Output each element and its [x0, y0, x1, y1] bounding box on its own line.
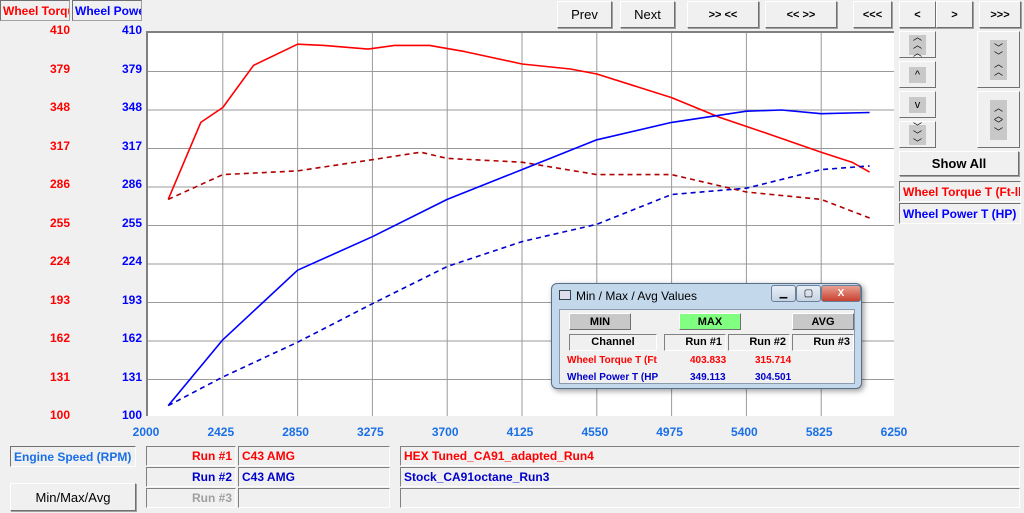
y-tick-label-torque: 410 — [49, 23, 70, 37]
header-channel: Channel — [569, 334, 657, 351]
header-run3: Run #3 — [792, 334, 854, 351]
y-tick-label-power: 100 — [121, 408, 142, 422]
y-tick-label-power: 348 — [121, 100, 142, 114]
series-line-wheel-torque-t-run-2 — [167, 151, 870, 219]
x-tick-label: 5400 — [731, 425, 758, 439]
avg-button[interactable]: AVG — [792, 313, 854, 330]
row-torque-channel: Wheel Torque T (Ft — [567, 355, 657, 366]
row-power-channel: Wheel Power T (HP — [567, 372, 659, 383]
run-label[interactable]: Run #2 — [146, 467, 236, 487]
y-tick-label-torque: 162 — [49, 331, 70, 345]
show-all-button[interactable]: Show All — [899, 151, 1019, 176]
x-channel-selector[interactable]: Engine Speed (RPM) — [10, 446, 136, 467]
y-tick-label-torque: 131 — [49, 369, 70, 384]
min-button[interactable]: MIN — [569, 313, 631, 330]
row-torque-run1: 403.833 — [690, 355, 727, 366]
y-tick-label-power: 379 — [121, 61, 142, 76]
y-tick-label-power: 317 — [121, 138, 142, 153]
window-icon — [559, 290, 571, 300]
zoom-out-button[interactable]: << >> — [765, 1, 837, 28]
scroll-right-button[interactable]: > — [936, 1, 973, 28]
minimize-button[interactable]: ▁ — [771, 285, 796, 302]
y-tick-label-power: 286 — [121, 177, 142, 191]
x-tick-label: 4975 — [656, 425, 683, 439]
scroll-down-button[interactable]: v — [899, 91, 936, 118]
scroll-up-fast-button[interactable]: ︿ ︿ ︿ — [899, 31, 936, 58]
maximize-button[interactable]: ▢ — [796, 285, 821, 302]
expand-icon: ﹀ ﹀ ︿ ︿ — [990, 39, 1007, 80]
y-tick-label-power: 224 — [121, 254, 142, 268]
y-tick-label-torque: 348 — [49, 100, 70, 114]
torque-channel-header[interactable]: Wheel Torque T (Ft-lb) — [0, 0, 70, 21]
run-vehicle: C43 AMG — [238, 446, 390, 466]
compress-icon: ︿ ︿ ﹀ ﹀ — [990, 99, 1007, 140]
run-vehicle — [238, 488, 390, 508]
legend-torque[interactable]: Wheel Torque T (Ft-lb) — [899, 181, 1021, 202]
chevron-down-icon: v — [909, 96, 926, 113]
scroll-left-button[interactable]: < — [899, 1, 936, 28]
x-tick-label: 3275 — [357, 425, 384, 439]
next-button[interactable]: Next — [620, 1, 675, 28]
compress-scale-button[interactable]: ︿ ︿ ﹀ ﹀ — [977, 91, 1020, 148]
y-tick-label-torque: 255 — [49, 215, 70, 230]
x-tick-label: 5825 — [805, 425, 833, 439]
run-file: Stock_CA91octane_Run3 — [400, 467, 1020, 487]
run-file — [400, 488, 1020, 508]
power-channel-header[interactable]: Wheel Power T (HP) — [72, 0, 142, 21]
run-label[interactable]: Run #1 — [146, 446, 236, 466]
row-torque-run2: 315.714 — [755, 355, 792, 366]
chevron-up-icon: ^ — [909, 66, 926, 83]
expand-scale-button[interactable]: ﹀ ﹀ ︿ ︿ — [977, 31, 1020, 88]
scroll-up-button[interactable]: ^ — [899, 61, 936, 88]
dialog-title: Min / Max / Avg Values — [576, 289, 697, 303]
y-tick-label-torque: 224 — [49, 254, 70, 268]
y-tick-label-torque: 100 — [49, 408, 70, 422]
run-vehicle: C43 AMG — [238, 467, 390, 487]
min-max-avg-button[interactable]: Min/Max/Avg — [10, 483, 136, 511]
run-file: HEX Tuned_CA91_adapted_Run4 — [400, 446, 1020, 466]
y-tick-label-power: 255 — [121, 215, 142, 230]
series-line-wheel-torque-t-run-1 — [167, 43, 870, 200]
x-tick-label: 2425 — [207, 425, 235, 439]
y-tick-label-power: 193 — [121, 292, 142, 307]
y-tick-label-torque: 193 — [49, 292, 70, 307]
max-button[interactable]: MAX — [679, 313, 741, 330]
dialog-body: MIN MAX AVG Channel Run #1 Run #2 Run #3… — [559, 309, 855, 384]
prev-button[interactable]: Prev — [557, 1, 612, 28]
y-tick-label-torque: 379 — [49, 61, 70, 76]
y-tick-label-torque: 286 — [49, 177, 70, 191]
y-tick-label-power: 410 — [121, 23, 142, 37]
scroll-down-fast-button[interactable]: ﹀ ﹀ ﹀ — [899, 121, 936, 148]
chevrons-down-triple-icon: ﹀ ﹀ ﹀ — [909, 122, 926, 147]
scroll-far-left-button[interactable]: <<< — [853, 1, 892, 28]
y-tick-label-power: 131 — [121, 369, 142, 384]
x-tick-label: 2000 — [132, 425, 160, 439]
x-tick-label: 3700 — [431, 425, 459, 439]
header-run2: Run #2 — [728, 334, 790, 351]
x-tick-label: 6250 — [880, 425, 908, 439]
legend-power[interactable]: Wheel Power T (HP) — [899, 203, 1021, 224]
row-power-run2: 304.501 — [755, 372, 792, 383]
x-tick-label: 4125 — [506, 425, 534, 439]
y-tick-label-torque: 317 — [49, 138, 70, 153]
row-power-run1: 349.113 — [690, 372, 726, 383]
x-tick-label: 4550 — [581, 425, 609, 439]
header-run1: Run #1 — [664, 334, 726, 351]
x-tick-label: 2850 — [282, 425, 309, 439]
y-tick-label-power: 162 — [121, 331, 142, 345]
chevrons-up-triple-icon: ︿ ︿ ︿ — [909, 32, 926, 57]
run-label[interactable]: Run #3 — [146, 488, 236, 508]
close-button[interactable]: X — [821, 285, 861, 302]
scroll-far-right-button[interactable]: >>> — [979, 1, 1021, 28]
zoom-in-button[interactable]: >> << — [687, 1, 759, 28]
min-max-avg-dialog: Min / Max / Avg Values ▁ ▢ X MIN MAX AVG… — [551, 283, 862, 389]
